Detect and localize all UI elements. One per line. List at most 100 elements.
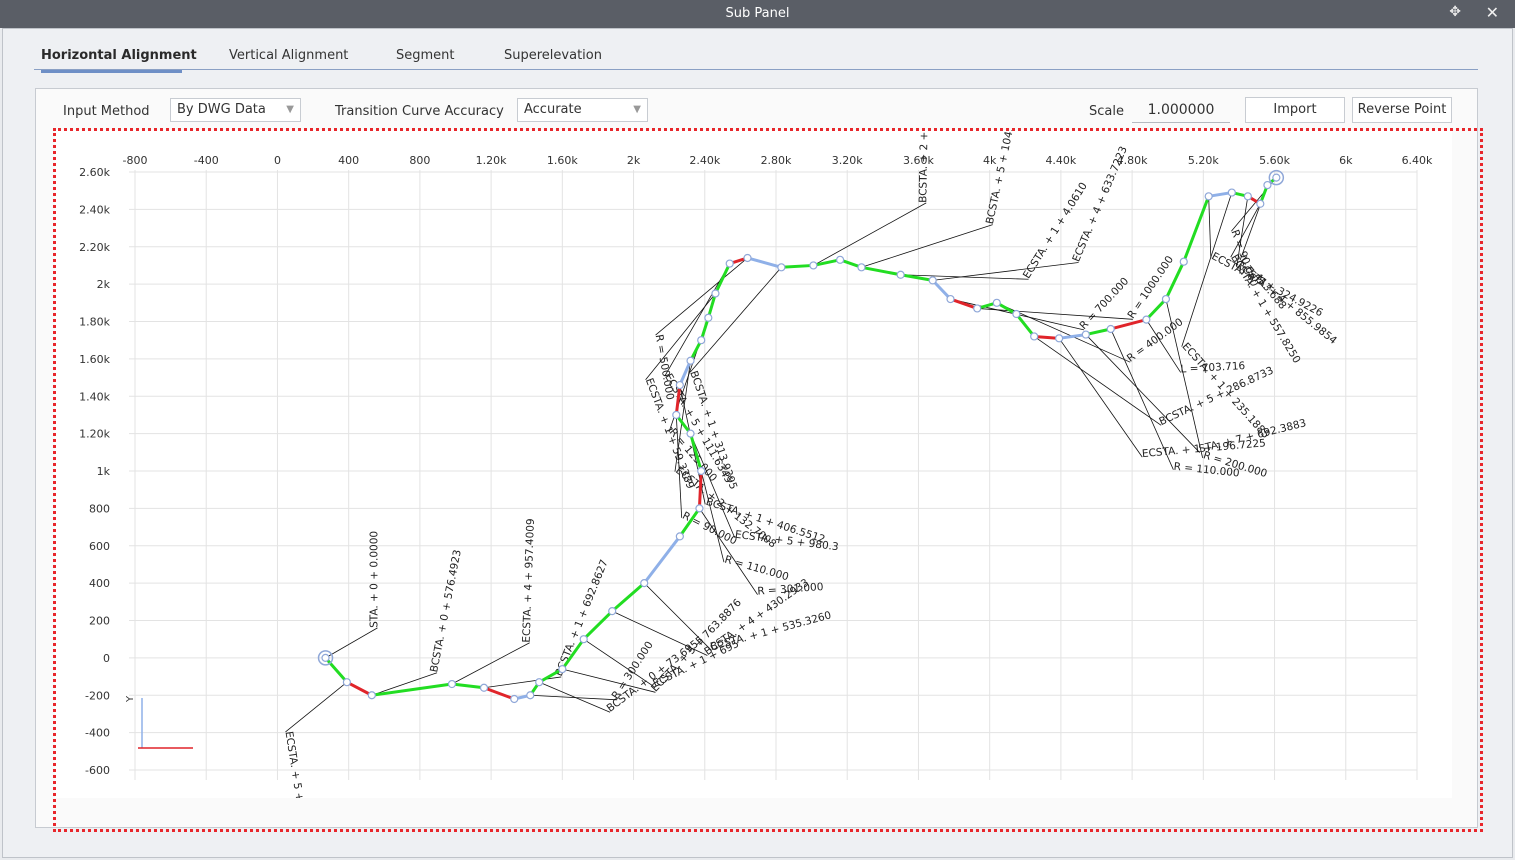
pin-icon[interactable]: ✥ <box>1449 4 1461 20</box>
scale-input[interactable]: 1.000000 <box>1132 98 1230 123</box>
alignment-vertex <box>558 664 567 674</box>
annotation-label: BCSTA. + 0 + 576.4923 <box>428 549 464 674</box>
reverse-point-button[interactable]: Reverse Point <box>1352 97 1452 123</box>
annotation-leader <box>1181 192 1233 347</box>
input-method-value: By DWG Data <box>177 102 266 117</box>
close-icon[interactable]: ✕ <box>1486 3 1499 22</box>
annotation-leader <box>285 681 348 733</box>
y-tick-label: 1.80k <box>79 316 110 329</box>
x-tick-label: -800 <box>123 154 148 167</box>
alignment-vertex <box>777 263 786 272</box>
annotation-label: ECSTA. + 4 + 633.7223 <box>1070 145 1130 264</box>
y-tick-label: -600 <box>85 764 110 777</box>
alignment-vertex <box>697 466 706 476</box>
tab-superelevation[interactable]: Superelevation <box>504 44 602 70</box>
chevron-down-icon: ▼ <box>286 104 294 115</box>
annotation-label: ECSTA. + 1 + 4.0610 <box>1021 180 1090 280</box>
annotation-leader <box>932 262 1079 281</box>
y-tick-label: -400 <box>85 727 110 740</box>
alignment-vertex <box>367 691 376 700</box>
alignment-segment <box>610 581 646 613</box>
alignment-segment <box>1144 297 1168 322</box>
transition-accuracy-select[interactable]: Accurate ▼ <box>517 98 648 122</box>
annotation-label: BCSTA. + 2 + 264.2588 <box>917 130 931 203</box>
alignment-segment <box>450 682 486 690</box>
alignment-vertex <box>675 380 684 390</box>
alignment-vertex <box>1142 315 1151 324</box>
alignment-vertex <box>1030 332 1039 341</box>
alignment-segment <box>345 680 374 697</box>
alignment-vertex <box>1055 334 1064 343</box>
alignment-vertex <box>1256 199 1265 208</box>
alignment-vertex <box>1179 257 1188 266</box>
alignment-vertex <box>321 653 330 662</box>
alignment-vertex <box>686 356 695 365</box>
alignment-plot[interactable]: -800 -400 0 400 800 1.20k 1.60k 2k 2.40k 2.80k 3.2… <box>55 130 1452 798</box>
x-tick-label: 1.60k <box>547 154 578 167</box>
alignment-vertex <box>1243 192 1252 201</box>
y-tick-label: 0 <box>103 652 110 665</box>
annotation-leader <box>655 257 748 336</box>
tab-segment[interactable]: Segment <box>396 44 455 70</box>
tab-vertical-alignment[interactable]: Vertical Alignment <box>229 44 348 70</box>
x-tick-label: 6k <box>1339 154 1353 167</box>
x-tick-label: 800 <box>409 154 430 167</box>
alignment-segment <box>482 686 516 701</box>
alignment-canvas[interactable]: -800 -400 0 400 800 1.20k 1.60k 2k 2.40k 2.80k 3.2… <box>55 130 1452 798</box>
annotation-leader <box>483 676 562 689</box>
alignment-vertex <box>711 289 720 298</box>
y-tick-label: 600 <box>89 540 110 553</box>
import-button[interactable]: Import <box>1245 97 1345 123</box>
x-tick-label: 2.40k <box>689 154 720 167</box>
x-tick-label: 2k <box>627 154 641 167</box>
alignment-vertex <box>640 579 649 588</box>
x-tick-label: 5.60k <box>1259 154 1290 167</box>
alignment-segment <box>948 297 979 310</box>
x-tick-label: 6.40k <box>1402 154 1433 167</box>
alignment-vertex <box>675 532 684 541</box>
annotation-leader <box>325 627 378 659</box>
alignment-segment <box>713 262 732 295</box>
axis-y-label: Y <box>125 695 136 703</box>
title-bar: Sub Panel ✥ ✕ <box>0 0 1515 28</box>
x-tick-label: 0 <box>274 154 281 167</box>
alignment-vertex <box>973 304 982 313</box>
alignment-vertex <box>1227 188 1236 197</box>
alignment-vertex <box>1081 330 1090 339</box>
alignment-vertex <box>686 429 695 438</box>
alignment-vertex <box>857 263 866 272</box>
y-tick-label: 1.60k <box>79 353 110 366</box>
annotation-leader <box>612 610 708 656</box>
alignment-vertex <box>479 683 489 692</box>
y-tick-label: 800 <box>89 502 110 515</box>
input-method-select[interactable]: By DWG Data ▼ <box>170 98 301 122</box>
x-tick-label: 400 <box>338 154 359 167</box>
alignment-vertex <box>835 255 845 264</box>
alignment-vertex <box>946 294 955 304</box>
y-tick-label: 1.40k <box>79 390 110 403</box>
y-tick-label: 2.60k <box>79 166 110 179</box>
alignment-segment <box>642 534 682 585</box>
alignment-segment <box>1182 194 1211 264</box>
y-tick-label: 200 <box>89 615 110 628</box>
annotation-label: STA. + 0 + 0.0000 <box>368 531 380 628</box>
x-tick-label: 4.40k <box>1045 154 1076 167</box>
y-tick-label: 1k <box>97 465 111 478</box>
x-tick-label: 5.20k <box>1188 154 1219 167</box>
alignment-segment <box>697 469 703 510</box>
alignment-vertex <box>695 504 704 513</box>
alignment-vertex <box>342 678 351 687</box>
alignment-vertex <box>579 635 588 644</box>
y-tick-label: 400 <box>89 577 110 590</box>
chevron-down-icon: ▼ <box>633 104 641 115</box>
alignment-vertex <box>672 410 681 420</box>
alignment-vertex <box>526 691 535 700</box>
alignment-segment <box>779 263 815 269</box>
x-tick-label: 4k <box>983 154 997 167</box>
tab-underline <box>34 69 1478 70</box>
alignment-vertex <box>447 679 457 689</box>
alignment-vertex <box>1106 324 1115 334</box>
alignment-vertex <box>510 694 519 704</box>
annotation-label: L = 103.716 <box>1180 360 1246 375</box>
alignment-segment <box>324 656 349 684</box>
